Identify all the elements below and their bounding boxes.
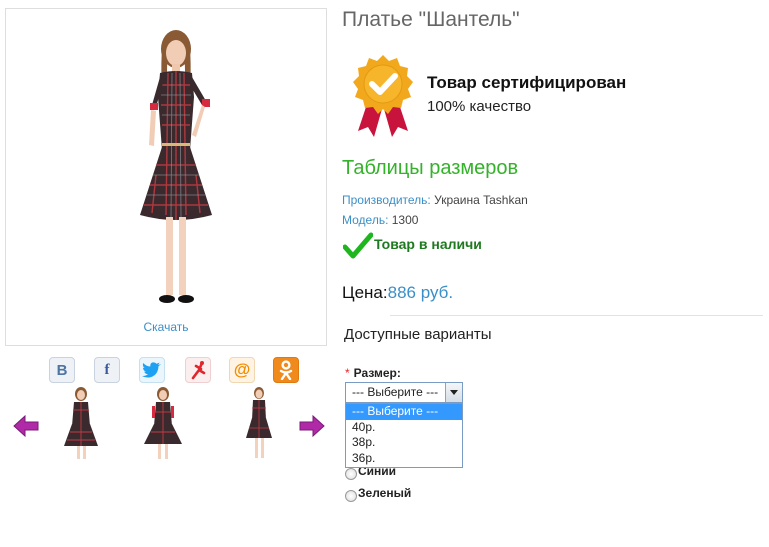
- thumbnail-2[interactable]: [140, 386, 186, 464]
- size-option[interactable]: 36р.: [346, 451, 462, 467]
- size-select[interactable]: --- Выберите ---: [345, 382, 463, 403]
- color-option-label: Зеленый: [358, 486, 412, 500]
- color-option-green[interactable]: Зеленый: [345, 484, 411, 502]
- radio-button[interactable]: [345, 468, 357, 480]
- facebook-icon[interactable]: f: [94, 357, 120, 383]
- size-label-text: Размер:: [353, 366, 401, 380]
- product-photo-frame: Скачать: [5, 8, 327, 346]
- model-label: Модель:: [342, 213, 389, 227]
- ya-icon[interactable]: [185, 357, 211, 383]
- next-arrow-icon[interactable]: [298, 414, 326, 438]
- product-photo[interactable]: [116, 25, 236, 325]
- twitter-icon[interactable]: [139, 357, 165, 383]
- size-select-value: --- Выберите ---: [352, 385, 439, 399]
- divider: [390, 315, 763, 316]
- size-dropdown-list: --- Выберите --- 40р. 38р. 36р.: [345, 403, 463, 468]
- radio-button[interactable]: [345, 490, 357, 502]
- download-link[interactable]: Скачать: [6, 320, 326, 334]
- price-row: Цена:886 руб.: [342, 283, 453, 303]
- manufacturer-value: Украина Tashkan: [434, 193, 528, 207]
- price-value: 886 руб.: [387, 283, 454, 302]
- size-option[interactable]: 38р.: [346, 435, 462, 451]
- model-row: Модель: 1300: [342, 213, 418, 227]
- model-value: 1300: [391, 213, 419, 227]
- in-stock-check-icon: [343, 232, 373, 259]
- certificate-subtitle: 100% качество: [427, 98, 532, 115]
- size-option[interactable]: --- Выберите ---: [346, 404, 462, 420]
- odnoklassniki-icon[interactable]: [273, 357, 299, 383]
- required-mark: *: [345, 366, 350, 380]
- certificate-title: Товар сертифицирован: [427, 73, 627, 92]
- mail-ru-icon[interactable]: @: [229, 357, 255, 383]
- size-table-link[interactable]: Таблицы размеров: [342, 157, 518, 180]
- size-option[interactable]: 40р.: [346, 420, 462, 436]
- vk-icon[interactable]: В: [49, 357, 75, 383]
- thumbnail-1[interactable]: [58, 386, 104, 464]
- variants-heading: Доступные варианты: [344, 326, 492, 343]
- product-title: Платье "Шантель": [342, 8, 520, 31]
- chevron-down-icon[interactable]: [445, 383, 462, 402]
- stock-status: Товар в наличи: [374, 236, 482, 252]
- manufacturer-row: Производитель: Украина Tashkan: [342, 193, 528, 207]
- size-label: * Размер:: [345, 366, 401, 380]
- thumbnail-3[interactable]: [236, 386, 282, 464]
- certified-badge-icon: [353, 55, 413, 137]
- manufacturer-link[interactable]: Производитель:: [342, 193, 431, 207]
- price-label: Цена:: [342, 283, 388, 302]
- prev-arrow-icon[interactable]: [12, 414, 40, 438]
